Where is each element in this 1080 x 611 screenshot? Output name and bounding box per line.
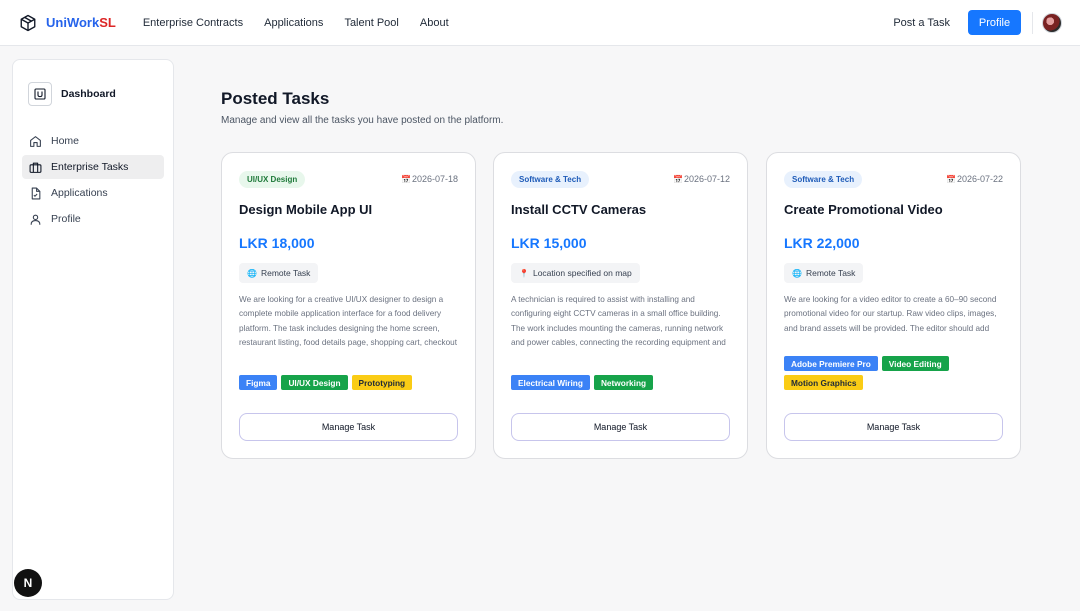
skill-tag: Figma: [239, 375, 278, 390]
calendar-icon: 📅: [400, 175, 411, 184]
brand-name: UniWorkSL: [46, 15, 116, 30]
task-date: 📅2026-07-18: [400, 174, 458, 184]
task-description: A technician is required to assist with …: [511, 295, 726, 353]
skill-tag: Motion Graphics: [784, 375, 864, 390]
skill-tag: Adobe Premiere Pro: [784, 356, 878, 371]
task-description: We are looking for a creative UI/UX desi…: [239, 295, 458, 353]
sidebar-title: Dashboard: [61, 88, 116, 100]
nav-actions: Post a Task Profile: [893, 10, 1062, 35]
task-date: 📅2026-07-22: [945, 174, 1003, 184]
manage-task-button[interactable]: Manage Task: [239, 413, 458, 441]
task-card: Software & Tech 📅2026-07-12 Install CCTV…: [493, 152, 748, 459]
category-badge: Software & Tech: [511, 171, 590, 188]
page-title: Posted Tasks: [221, 89, 330, 108]
calendar-icon: 📅: [672, 175, 683, 184]
skill-tag: Video Editing: [881, 356, 949, 371]
skill-tags: Figma UI/UX Design Prototyping: [239, 375, 464, 394]
manage-task-button[interactable]: Manage Task: [511, 413, 730, 441]
file-icon: [31, 187, 41, 199]
task-date: 📅2026-07-12: [672, 174, 730, 184]
profile-button[interactable]: Profile: [968, 10, 1021, 35]
sidebar-item-profile[interactable]: Profile: [22, 207, 164, 231]
nav-link-talent-pool[interactable]: Talent Pool: [344, 17, 398, 29]
nav-link-applications[interactable]: Applications: [264, 17, 323, 29]
task-price: LKR 15,000: [511, 235, 587, 251]
calendar-icon: 📅: [945, 175, 956, 184]
skill-tags: Adobe Premiere Pro Video Editing Motion …: [784, 356, 1009, 394]
sidebar: Dashboard Home Enterprise Tasks Applicat…: [12, 59, 174, 600]
manage-task-button[interactable]: Manage Task: [784, 413, 1003, 441]
nav-link-enterprise-contracts[interactable]: Enterprise Contracts: [143, 17, 243, 29]
globe-icon: 🌐: [792, 268, 802, 278]
post-task-link[interactable]: Post a Task: [893, 17, 950, 29]
category-badge: Software & Tech: [784, 171, 863, 188]
category-badge: UI/UX Design: [239, 171, 306, 188]
user-avatar[interactable]: [1042, 12, 1062, 33]
dashboard-logo-icon: [28, 82, 52, 106]
task-location: 🌐 Remote Task: [784, 263, 864, 283]
user-icon: [30, 214, 41, 225]
task-card: UI/UX Design 📅2026-07-18 Design Mobile A…: [221, 152, 476, 459]
nextjs-dev-badge[interactable]: N: [14, 569, 42, 597]
brand[interactable]: UniWorkSL: [19, 14, 116, 32]
task-location: 🌐 Remote Task: [239, 263, 319, 283]
skill-tag: Electrical Wiring: [511, 375, 590, 390]
page-subtitle: Manage and view all the tasks you have p…: [221, 115, 504, 126]
sidebar-item-label: Home: [51, 135, 80, 147]
sidebar-item-applications[interactable]: Applications: [22, 181, 164, 205]
briefcase-icon: [29, 162, 42, 173]
skill-tag: UI/UX Design: [281, 375, 348, 390]
home-icon: [30, 135, 41, 147]
skill-tags: Electrical Wiring Networking: [511, 375, 736, 394]
task-description: We are looking for a video editor to cre…: [784, 295, 997, 333]
skill-tag: Networking: [593, 375, 654, 390]
nav-links: Enterprise Contracts Applications Talent…: [143, 17, 470, 29]
top-navbar: UniWorkSL Enterprise Contracts Applicati…: [0, 0, 1080, 46]
sidebar-item-home[interactable]: Home: [22, 129, 164, 153]
task-price: LKR 22,000: [784, 235, 860, 251]
task-location: 📍 Location specified on map: [511, 263, 640, 283]
sidebar-item-label: Applications: [51, 187, 108, 199]
sidebar-item-label: Profile: [51, 213, 81, 225]
task-card: Software & Tech 📅2026-07-22 Create Promo…: [766, 152, 1021, 459]
task-title: Create Promotional Video: [784, 202, 943, 217]
cube-icon: [20, 14, 36, 31]
task-title: Install CCTV Cameras: [511, 202, 647, 217]
nav-link-about[interactable]: About: [420, 17, 449, 29]
task-title: Design Mobile App UI: [239, 202, 373, 217]
sidebar-item-enterprise-tasks[interactable]: Enterprise Tasks: [22, 155, 164, 179]
sidebar-item-label: Enterprise Tasks: [51, 161, 129, 173]
nav-divider: [1032, 11, 1033, 34]
skill-tag: Prototyping: [351, 375, 413, 390]
sidebar-header[interactable]: Dashboard: [28, 82, 173, 106]
sidebar-menu: Home Enterprise Tasks Applications Profi…: [13, 129, 173, 231]
task-price: LKR 18,000: [239, 235, 315, 251]
map-pin-icon: 📍: [519, 268, 529, 278]
globe-icon: 🌐: [247, 268, 257, 278]
